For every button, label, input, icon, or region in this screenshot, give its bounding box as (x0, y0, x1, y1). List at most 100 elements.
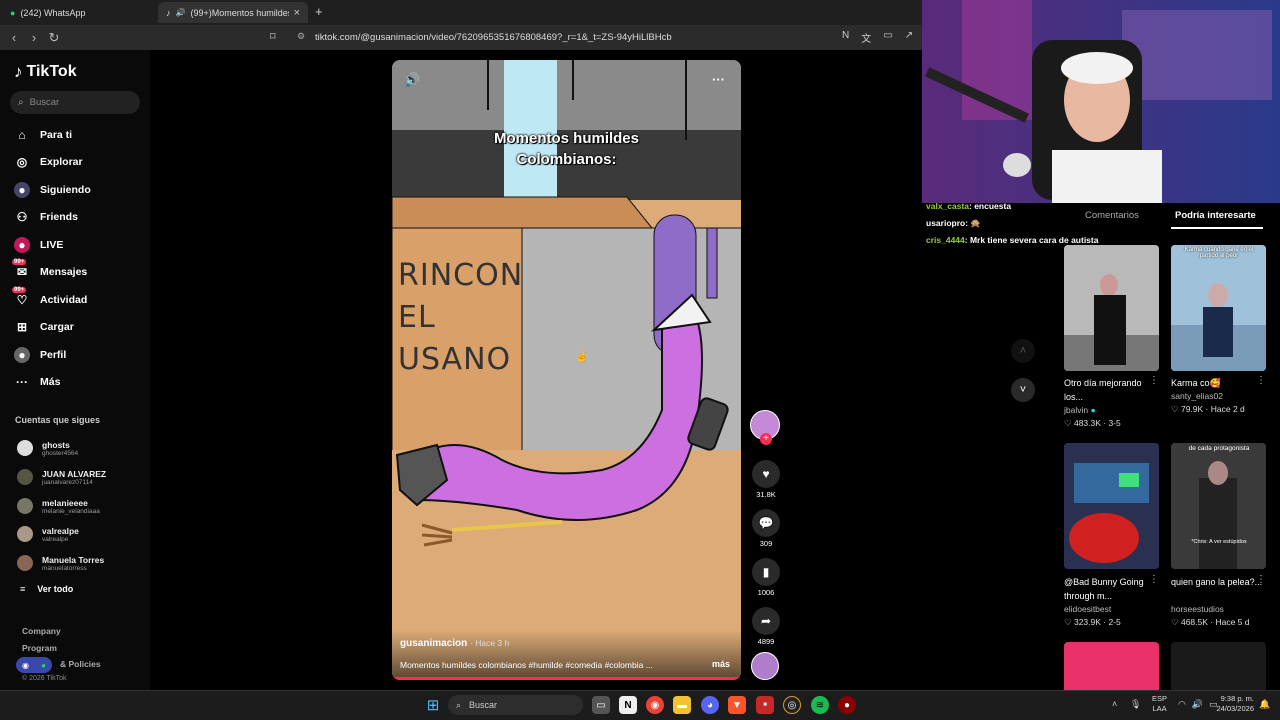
more-link[interactable]: más (712, 659, 730, 669)
tab-podria-interesarte[interactable]: Podría interesarte (1175, 210, 1256, 221)
account-name: melanieeee (42, 497, 88, 508)
reload-icon[interactable]: ↻ (44, 30, 64, 46)
video-thumbnail[interactable] (1064, 443, 1159, 569)
nav-label: LIVE (40, 239, 64, 251)
sound-disc[interactable] (751, 652, 779, 680)
forward-icon[interactable]: › (24, 30, 44, 45)
sidebar-item-actividad[interactable]: ♡ 99+ Actividad (12, 287, 87, 311)
extension-widget[interactable]: ◉ ● (16, 657, 52, 673)
sidebar-item-siguiendo[interactable]: ● Siguiendo (14, 179, 91, 201)
chat-text: : encuesta (969, 201, 1012, 211)
footer-link[interactable]: Company (22, 626, 61, 636)
nav-label: Siguiendo (40, 184, 91, 196)
nav-label: Más (40, 376, 61, 388)
tiktok-logo[interactable]: ♪ TikTok (14, 62, 77, 82)
webcam-overlay (922, 0, 1280, 203)
spotify-icon[interactable]: ≋ (811, 696, 829, 714)
share-icon[interactable]: ↗ (905, 30, 913, 45)
app-icon[interactable]: ■ (756, 696, 774, 714)
windows-start-icon[interactable]: ⊞ (424, 696, 442, 714)
video-caption[interactable]: Karma co🥰 (1171, 376, 1266, 390)
scroll-up-button[interactable]: ˄ (1011, 339, 1035, 363)
task-view-icon[interactable]: ▭ (592, 696, 610, 714)
lang-label: LAA (1152, 704, 1167, 713)
chrome-icon[interactable]: ◉ (646, 696, 664, 714)
speaker-icon[interactable]: 🔊 (404, 72, 420, 88)
tray-chevron-icon[interactable]: ˄ (1112, 699, 1117, 709)
progress-bar[interactable] (392, 677, 741, 680)
discord-icon[interactable]: ◕ (701, 696, 719, 714)
cast-icon[interactable]: ▭ (883, 30, 892, 45)
close-icon[interactable]: × (294, 7, 300, 19)
microphone-icon[interactable]: 🎙 (1130, 699, 1141, 710)
video-caption: Momentos humildes colombianos #humilde #… (400, 660, 653, 670)
scroll-down-button[interactable]: ˅ (1011, 378, 1035, 402)
more-icon[interactable]: ⋮ (1256, 574, 1266, 585)
video-caption[interactable]: quien gano la pelea?... (1171, 575, 1266, 589)
notification-icon[interactable]: 🔔 (1259, 699, 1270, 710)
taskbar-search[interactable]: ⌕ Buscar (448, 695, 583, 715)
tab-tiktok[interactable]: ♪ 🔊 (99+)Momentos humildes co × (158, 2, 308, 23)
followed-account[interactable]: melanieeee melanie_velandiaaa (17, 493, 100, 519)
followed-account[interactable]: JUAN ALVAREZ juanalvarez07114 (17, 464, 106, 490)
sidebar-item-cargar[interactable]: ⊞ Cargar (14, 316, 74, 338)
footer-link[interactable]: & Policies (60, 659, 101, 669)
thumbnail-text: de cada protagonista (1188, 445, 1250, 452)
translate-icon[interactable]: 文 (861, 30, 871, 45)
new-tab-button[interactable]: + (315, 4, 323, 19)
share-button[interactable]: ➦ 4899 (750, 607, 782, 646)
more-options-icon[interactable]: ··· (712, 72, 725, 87)
save-button[interactable]: ▮ 1006 (750, 558, 782, 597)
more-icon[interactable]: ⋮ (1149, 574, 1159, 585)
comment-button[interactable]: 💬 309 (750, 509, 782, 548)
following-icon: ● (14, 182, 30, 198)
more-icon[interactable]: ⋮ (1149, 375, 1159, 386)
obs-icon[interactable]: ● (838, 696, 856, 714)
post-time: · Hace 3 h (470, 638, 510, 648)
video-thumbnail[interactable]: Karma cuando gané en el partido al peor (1171, 245, 1266, 371)
sidebar-item-friends[interactable]: ⚇ Friends (14, 206, 78, 228)
notion-icon[interactable]: N (619, 696, 637, 714)
sidebar-item-explorar[interactable]: ◎ Explorar (14, 151, 83, 173)
sidebar-item-mas[interactable]: ··· Más (14, 371, 60, 393)
notification-badge: 99+ (12, 287, 27, 293)
video-author[interactable]: santy_elias02 (1171, 391, 1223, 401)
tab-whatsapp[interactable]: ● (242) WhatsApp (2, 2, 152, 23)
video-caption[interactable]: @Bad Bunny Going through m... (1064, 575, 1159, 603)
sidebar-item-para-ti[interactable]: ⌂ Para ti (14, 124, 72, 146)
video-player[interactable]: RINCON EL USANO Momentos humildes Colomb… (392, 60, 741, 680)
back-icon[interactable]: ‹ (4, 30, 24, 45)
site-info-icon[interactable]: ⚙ (297, 31, 305, 42)
followed-account[interactable]: Manuela Torres manuelatorress (17, 550, 104, 576)
video-author[interactable]: horseestudios (1171, 604, 1224, 614)
folder-icon[interactable]: ▬ (673, 696, 691, 714)
video-thumbnail[interactable]: de cada protagonista *Chris: A ver estúp… (1171, 443, 1266, 569)
language-indicator[interactable]: ESP LAA (1152, 694, 1167, 714)
follow-plus-icon[interactable]: + (760, 433, 772, 445)
video-author[interactable]: jbalvin ● (1064, 405, 1096, 415)
followed-account[interactable]: ghosts ghoster4564 (17, 435, 78, 461)
sidebar-item-mensajes[interactable]: ✉ 99+ Mensajes (12, 259, 87, 283)
bookmark-icon[interactable]: ⌑ (270, 30, 276, 43)
url-field[interactable]: tiktok.com/@gusanimacion/video/762096535… (315, 25, 672, 50)
app-icon[interactable]: ◎ (783, 696, 801, 714)
footer-link[interactable]: Program (22, 643, 57, 653)
sidebar-item-live[interactable]: ● LIVE (14, 234, 63, 256)
video-thumbnail[interactable] (1064, 642, 1159, 690)
tab-comentarios[interactable]: Comentarios (1085, 210, 1139, 221)
brave-icon[interactable]: ▼ (728, 696, 746, 714)
search-input[interactable]: ⌕ Buscar (10, 91, 140, 114)
video-thumbnail[interactable] (1064, 245, 1159, 371)
sidebar-item-perfil[interactable]: ● Perfil (14, 344, 66, 366)
like-button[interactable]: ♥ 31.8K (750, 460, 782, 499)
no-ads-icon[interactable]: N (842, 30, 849, 45)
volume-icon: 🔊 (1191, 699, 1204, 709)
clock[interactable]: 9:38 p. m. 24/03/2026 (1212, 694, 1254, 714)
video-caption[interactable]: Otro día mejorando los... (1064, 376, 1159, 404)
more-icon[interactable]: ⋮ (1256, 375, 1266, 386)
video-author[interactable]: elidoesitbest (1064, 604, 1111, 614)
followed-account[interactable]: valrealpe valrealpe (17, 521, 79, 547)
video-thumbnail[interactable] (1171, 642, 1266, 690)
see-all-button[interactable]: ≡ Ver todo (20, 584, 73, 594)
video-author[interactable]: gusanimacion · Hace 3 h (400, 638, 509, 649)
